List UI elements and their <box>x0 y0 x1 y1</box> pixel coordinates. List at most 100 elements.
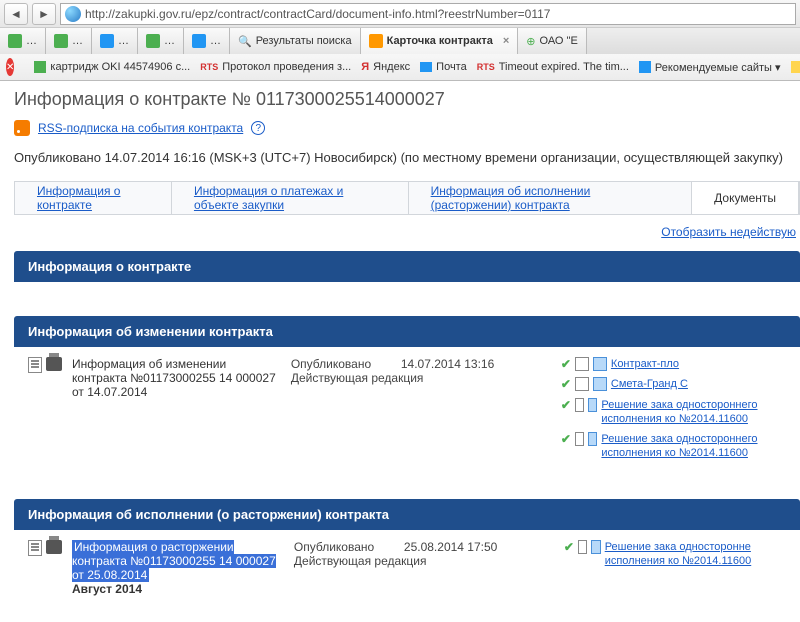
document-icon[interactable] <box>28 357 42 373</box>
favicon <box>146 34 160 48</box>
section-contract-info-header: Информация о контракте <box>14 251 800 282</box>
check-icon: ✔ <box>561 432 571 446</box>
file-icon[interactable] <box>578 540 587 554</box>
attachment-link[interactable]: Смета-Гранд С <box>611 377 688 391</box>
tab-documents[interactable]: Документы <box>692 182 799 214</box>
rss-icon[interactable] <box>14 120 30 136</box>
attachment: ✔ Смета-Гранд С <box>561 377 786 391</box>
rss-link[interactable]: RSS-подписка на события контракта <box>38 121 243 135</box>
section-termination-body: Информация о расторжении контракта №0117… <box>14 530 800 622</box>
favicon <box>34 61 46 73</box>
rss-row: RSS-подписка на события контракта ? <box>14 120 800 136</box>
attachment: ✔ Решение зака одностороннего исполнения … <box>561 398 786 427</box>
file-icon[interactable] <box>593 357 607 371</box>
tab-label: Результаты поиска <box>256 35 352 47</box>
print-icon[interactable] <box>46 357 62 371</box>
tab-label: ОАО "Е <box>540 35 578 47</box>
published-line: Опубликовано 14.07.2014 16:16 (MSK+3 (UT… <box>14 150 800 165</box>
close-icon[interactable]: × <box>503 35 509 47</box>
stop-icon[interactable]: ✕ <box>6 58 14 76</box>
entry-icons <box>28 540 62 596</box>
favicon <box>639 61 651 73</box>
back-button[interactable]: ◄ <box>4 3 28 25</box>
favicon: RTS <box>477 62 495 72</box>
globe-icon <box>65 6 81 22</box>
browser-tab[interactable]: … <box>0 28 46 54</box>
favicon <box>791 61 800 73</box>
attachment: ✔ Решение зака односторонне исполнения ко… <box>564 540 786 569</box>
tab-payments[interactable]: Информация о платежах и объекте закупки <box>172 182 409 214</box>
file-icon[interactable] <box>575 398 584 412</box>
favicon: RTS <box>200 62 218 72</box>
browser-tab[interactable]: … <box>184 28 230 54</box>
attachment-link[interactable]: Контракт-пло <box>611 357 679 371</box>
file-icon[interactable] <box>593 377 607 391</box>
browser-tab[interactable]: … <box>46 28 92 54</box>
show-invalid-link[interactable]: Отобразить недействую <box>661 225 796 239</box>
file-icon[interactable] <box>575 377 589 391</box>
entry-subtitle: Август 2014 <box>72 582 142 596</box>
section-termination-header: Информация об исполнении (о расторжении)… <box>14 499 800 530</box>
status-redaction: Действующая редакция <box>291 371 551 385</box>
attachment-link[interactable]: Решение зака одностороннего исполнения к… <box>601 432 786 461</box>
section-changes-header: Информация об изменении контракта <box>14 316 800 347</box>
yandex-icon: Я <box>361 61 369 73</box>
mail-icon <box>420 62 432 72</box>
search-icon: 🔍 <box>238 35 252 48</box>
status-date: 25.08.2014 17:50 <box>404 540 554 554</box>
entry-title: Информация о расторжении контракта №0117… <box>72 540 284 596</box>
address-bar[interactable] <box>60 3 796 25</box>
highlighted-text: Информация о расторжении контракта №0117… <box>72 540 276 582</box>
tab-label: Карточка контракта <box>387 35 493 47</box>
nav-toolbar: ◄ ► <box>0 0 800 28</box>
bookmark[interactable]: RTSTimeout expired. The tim... <box>477 61 629 73</box>
check-icon: ✔ <box>561 357 571 371</box>
help-icon[interactable]: ? <box>251 121 265 135</box>
bookmark[interactable]: 14 самых богатых зв... <box>791 61 800 73</box>
check-icon: ✔ <box>561 398 571 412</box>
status-date: 14.07.2014 13:16 <box>401 357 551 371</box>
bookmark[interactable]: ЯЯндекс <box>361 61 410 73</box>
bookmark[interactable]: RTSПротокол проведения з... <box>200 61 351 73</box>
file-icon[interactable] <box>588 398 597 412</box>
attachment: ✔ Решение зака одностороннего исполнения … <box>561 432 786 461</box>
attachment-link[interactable]: Решение зака одностороннего исполнения к… <box>601 398 786 427</box>
check-icon: ✔ <box>561 377 571 391</box>
tab-contract-info[interactable]: Информация о контракте <box>15 182 172 214</box>
status-label: Опубликовано <box>294 540 404 554</box>
bookmark[interactable]: картридж OKI 44574906 с... <box>34 61 190 73</box>
section-changes-body: Информация об изменении контракта №01173… <box>14 347 800 493</box>
favicon <box>369 34 383 48</box>
file-icon[interactable] <box>591 540 600 554</box>
tab-execution[interactable]: Информация об исполнении (расторжении) к… <box>409 182 693 214</box>
browser-tab[interactable]: … <box>92 28 138 54</box>
browser-tab-active[interactable]: Карточка контракта × <box>361 28 519 54</box>
file-icon[interactable] <box>575 357 589 371</box>
favicon <box>100 34 114 48</box>
browser-tabs: … … … … … 🔍 Результаты поиска Карточка ко… <box>0 28 800 54</box>
browser-tab[interactable]: 🔍 Результаты поиска <box>230 28 361 54</box>
entry-title: Информация об изменении контракта №01173… <box>72 357 281 467</box>
content-tabs: Информация о контракте Информация о плат… <box>14 181 800 215</box>
plus-icon: ⊕ <box>526 35 535 48</box>
document-icon[interactable] <box>28 540 42 556</box>
show-invalid-row: Отобразить недействую <box>14 215 800 245</box>
attachment: ✔ Контракт-пло <box>561 357 786 371</box>
forward-button[interactable]: ► <box>32 3 56 25</box>
url-input[interactable] <box>85 7 791 21</box>
status-redaction: Действующая редакция <box>294 554 554 568</box>
browser-tab[interactable]: … <box>138 28 184 54</box>
browser-tab[interactable]: ⊕ ОАО "Е <box>518 28 586 54</box>
attachments: ✔ Контракт-пло ✔ Смета-Гранд С ✔ Решение за… <box>561 357 786 467</box>
print-icon[interactable] <box>46 540 62 554</box>
browser-chrome: ◄ ► … … … … … 🔍 Результаты поиска Карточк… <box>0 0 800 81</box>
check-icon: ✔ <box>564 540 574 554</box>
bookmark[interactable]: Почта <box>420 61 467 73</box>
entry-icons <box>28 357 62 467</box>
bookmark[interactable]: Рекомендуемые сайты ▾ <box>639 61 781 74</box>
file-icon[interactable] <box>588 432 597 446</box>
file-icon[interactable] <box>575 432 584 446</box>
attachment-link[interactable]: Решение зака односторонне исполнения ко … <box>605 540 786 569</box>
favicon <box>8 34 22 48</box>
favicon <box>192 34 206 48</box>
